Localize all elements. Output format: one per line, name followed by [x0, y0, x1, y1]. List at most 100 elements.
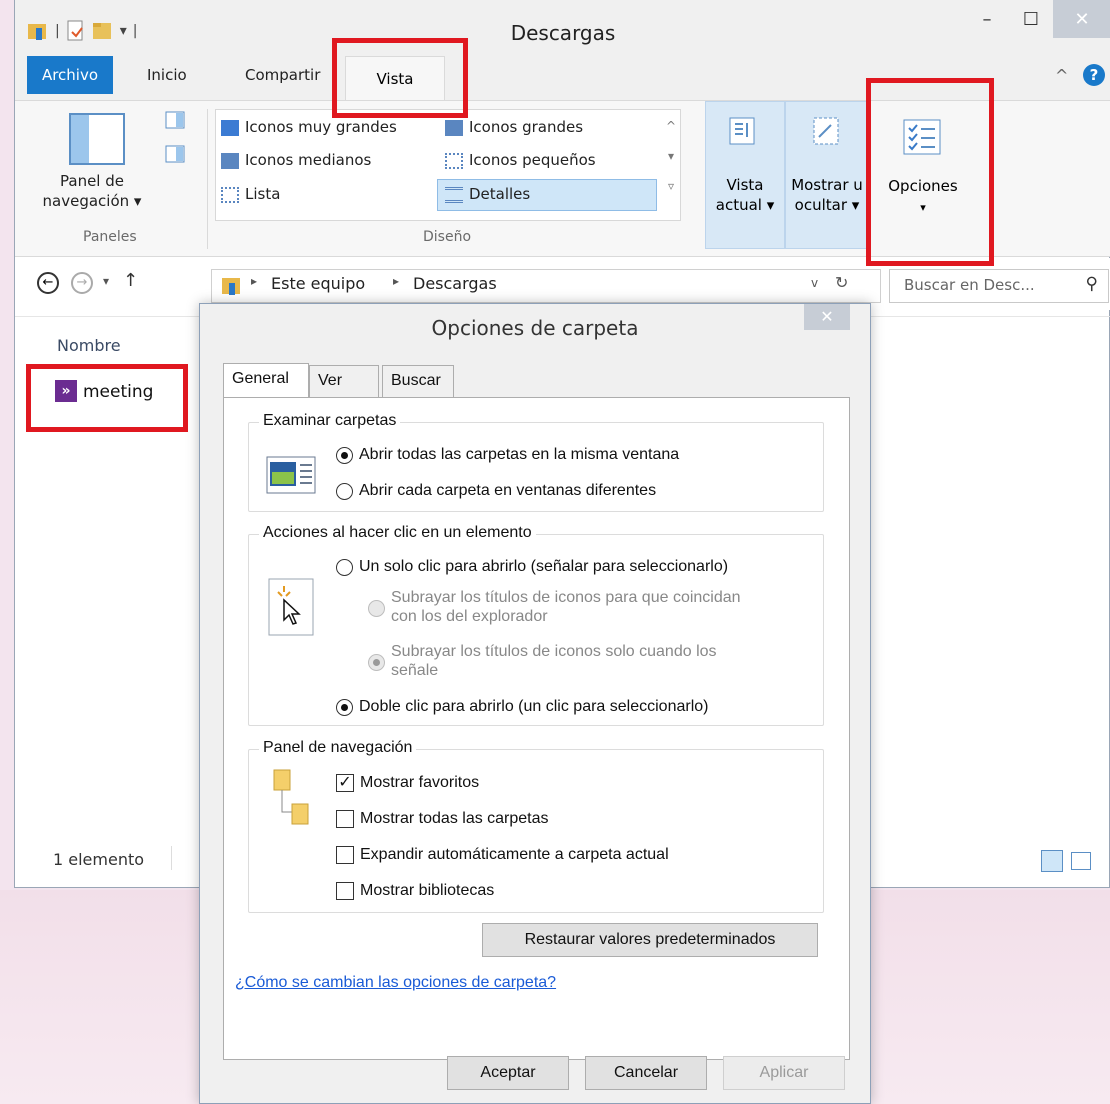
- details-pane-icon[interactable]: [165, 145, 185, 163]
- radio-own-window[interactable]: Abrir cada carpeta en ventanas diferente…: [336, 482, 656, 500]
- group-label-panes: Paneles: [83, 229, 137, 245]
- tab-general-label: General: [232, 370, 289, 387]
- radio-own-window-control[interactable]: [336, 482, 353, 500]
- show-hide-icon: [813, 117, 839, 145]
- navigation-pane-label-1: Panel de: [60, 172, 124, 190]
- checkbox-show-libraries-label: Mostrar bibliotecas: [360, 882, 495, 899]
- current-view-icon: [729, 117, 755, 145]
- title-bar: | ▾ | Descargas – ☐ ✕: [15, 0, 1110, 56]
- dialog-title: Opciones de carpeta: [431, 316, 639, 340]
- dialog-close-button[interactable]: ✕: [804, 304, 850, 330]
- layout-details[interactable]: Detalles: [469, 185, 530, 203]
- checkbox-show-all-folders-box[interactable]: [336, 810, 354, 828]
- breadcrumb-arrow-icon: ▸: [393, 274, 400, 288]
- search-placeholder: Buscar en Desc...: [904, 276, 1035, 294]
- list-icon: [221, 187, 239, 203]
- radio-single-click-control[interactable]: [336, 558, 353, 576]
- current-view-button[interactable]: Vista actual ▾: [705, 175, 785, 215]
- gallery-scroll[interactable]: ^ ▾ ▿: [663, 111, 679, 217]
- folder-tree-icon: [273, 769, 309, 825]
- tab-share[interactable]: Compartir: [245, 66, 320, 84]
- browse-folders-title: Examinar carpetas: [259, 412, 401, 430]
- navigation-pane-title: Panel de navegación: [259, 739, 417, 757]
- checkbox-show-favorites[interactable]: ✓ Mostrar favoritos: [336, 774, 479, 792]
- radio-double-click-control[interactable]: [336, 698, 353, 716]
- cancel-button[interactable]: Cancelar: [585, 1056, 707, 1090]
- search-input[interactable]: Buscar en Desc... ⚲: [889, 269, 1109, 303]
- large-icons-view-toggle-icon[interactable]: [1071, 852, 1091, 870]
- layout-small[interactable]: Iconos pequeños: [469, 151, 596, 169]
- collapse-ribbon-icon[interactable]: ^: [1055, 66, 1068, 85]
- radio-double-click[interactable]: Doble clic para abrirlo (un clic para se…: [336, 698, 708, 716]
- highlight-box-options: [866, 78, 994, 266]
- gallery-down-icon[interactable]: ▾: [663, 141, 679, 171]
- close-button[interactable]: ✕: [1053, 0, 1110, 38]
- layout-extra-large[interactable]: Iconos muy grandes: [245, 118, 397, 136]
- tab-general[interactable]: General: [223, 363, 309, 399]
- breadcrumb-this-pc[interactable]: Este equipo: [271, 274, 365, 293]
- checkbox-show-all-folders-label: Mostrar todas las carpetas: [360, 810, 549, 827]
- restore-defaults-button[interactable]: Restaurar valores predeterminados: [482, 923, 818, 957]
- ok-button[interactable]: Aceptar: [447, 1056, 569, 1090]
- group-divider: [207, 109, 208, 249]
- tab-search[interactable]: Buscar: [382, 365, 454, 399]
- details-view-toggle-icon[interactable]: [1041, 850, 1063, 872]
- status-item-count: 1 elemento: [53, 850, 145, 869]
- navigation-pane-group: Panel de navegación: [248, 739, 824, 913]
- navigation-pane-button[interactable]: Panel de navegación ▾: [37, 171, 147, 211]
- apply-button[interactable]: Aplicar: [723, 1056, 845, 1090]
- search-icon[interactable]: ⚲: [1086, 274, 1098, 294]
- gallery-up-icon[interactable]: ^: [663, 111, 679, 141]
- maximize-button[interactable]: ☐: [1009, 0, 1053, 38]
- tab-home[interactable]: Inicio: [147, 66, 187, 84]
- layout-medium[interactable]: Iconos medianos: [245, 151, 371, 169]
- checkbox-show-libraries[interactable]: Mostrar bibliotecas: [336, 882, 494, 900]
- radio-underline-point-control[interactable]: [368, 654, 385, 671]
- tab-search-label: Buscar: [391, 372, 441, 389]
- checkbox-show-all-folders[interactable]: Mostrar todas las carpetas: [336, 810, 549, 828]
- ok-label: Aceptar: [480, 1064, 536, 1081]
- underline-point-line-2: señale: [391, 662, 439, 679]
- layout-large[interactable]: Iconos grandes: [469, 118, 583, 136]
- details-icon: [445, 187, 463, 203]
- radio-single-click-label: Un solo clic para abrirlo (señalar para …: [359, 558, 729, 575]
- radio-same-window-control[interactable]: [336, 446, 353, 464]
- recent-locations-icon[interactable]: ▾: [103, 274, 109, 288]
- radio-own-window-label: Abrir cada carpeta en ventanas diferente…: [359, 482, 657, 499]
- up-arrow-icon[interactable]: ↑: [123, 270, 138, 291]
- current-view-label-2: actual ▾: [715, 196, 775, 214]
- tab-file[interactable]: Archivo: [27, 56, 113, 94]
- radio-underline-always[interactable]: Subrayar los títulos de iconos para que …: [368, 588, 741, 626]
- back-button[interactable]: ←: [37, 272, 59, 294]
- preview-pane-icon[interactable]: [165, 111, 185, 129]
- checkbox-show-libraries-box[interactable]: [336, 882, 354, 900]
- checkbox-expand-to-current[interactable]: Expandir automáticamente a carpeta actua…: [336, 846, 669, 864]
- column-header-name[interactable]: Nombre: [57, 336, 121, 355]
- apply-label: Aplicar: [759, 1064, 809, 1081]
- checkbox-show-favorites-box[interactable]: ✓: [336, 774, 354, 792]
- gallery-more-icon[interactable]: ▿: [663, 171, 679, 201]
- show-hide-button[interactable]: Mostrar u ocultar ▾: [785, 175, 869, 215]
- address-history-icon[interactable]: v: [811, 276, 818, 290]
- breadcrumb-arrow-icon: ▸: [251, 274, 258, 288]
- forward-button[interactable]: →: [71, 272, 93, 294]
- radio-underline-always-control[interactable]: [368, 600, 385, 617]
- minimize-button[interactable]: –: [965, 0, 1009, 38]
- extra-large-icons-icon: [221, 120, 239, 136]
- restore-defaults-label: Restaurar valores predeterminados: [524, 931, 776, 948]
- radio-same-window[interactable]: Abrir todas las carpetas en la misma ven…: [336, 446, 679, 464]
- refresh-icon[interactable]: ↻: [835, 273, 848, 292]
- help-link[interactable]: ¿Cómo se cambian las opciones de carpeta…: [235, 974, 556, 992]
- general-tab-panel: Examinar carpetas Abrir todas las carpet…: [223, 397, 850, 1060]
- help-icon[interactable]: ?: [1083, 64, 1105, 86]
- checkbox-expand-to-current-label: Expandir automáticamente a carpeta actua…: [360, 846, 669, 863]
- tab-view-options[interactable]: Ver: [309, 365, 379, 399]
- layout-list[interactable]: Lista: [245, 185, 280, 203]
- tab-view-options-label: Ver: [318, 372, 343, 389]
- radio-underline-point[interactable]: Subrayar los títulos de iconos solo cuan…: [368, 642, 717, 680]
- breadcrumb-downloads[interactable]: Descargas: [413, 274, 497, 293]
- downloads-folder-icon: [222, 278, 240, 295]
- checkbox-expand-to-current-box[interactable]: [336, 846, 354, 864]
- radio-single-click[interactable]: Un solo clic para abrirlo (señalar para …: [336, 558, 728, 576]
- underline-always-line-1: Subrayar los títulos de iconos para que …: [391, 589, 741, 606]
